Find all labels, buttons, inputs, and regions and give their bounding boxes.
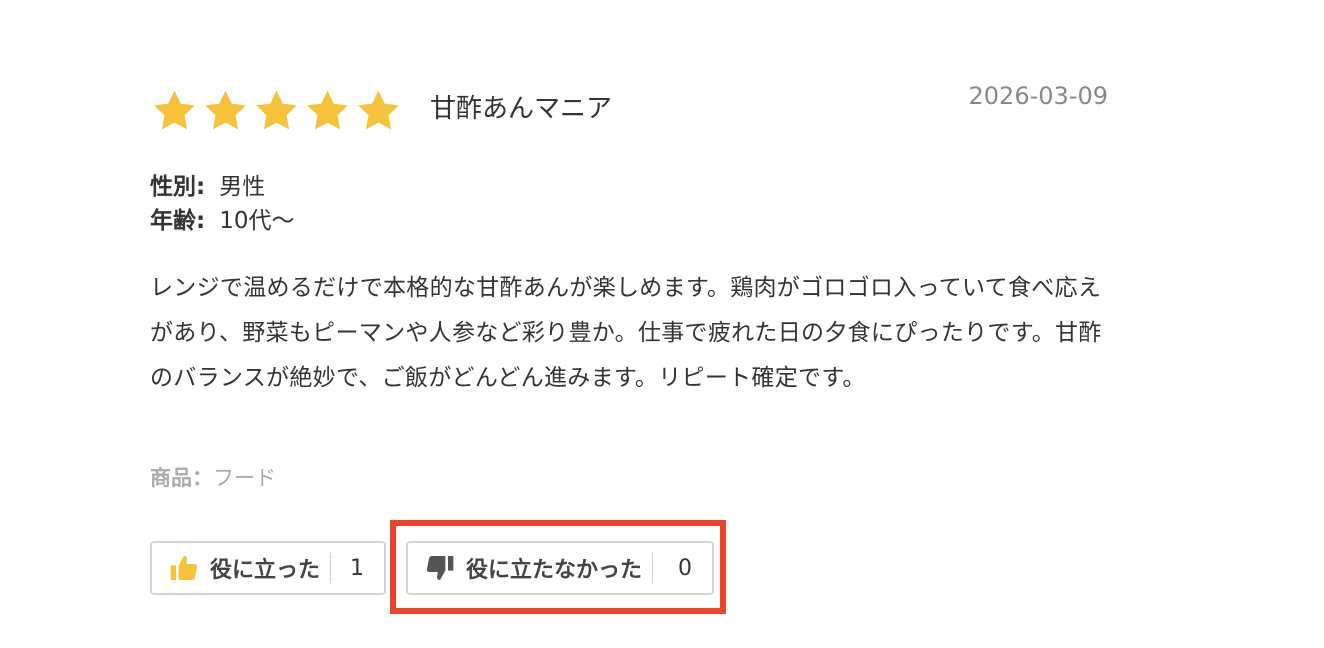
not-helpful-button[interactable]: 役に立たなかった 0 bbox=[406, 541, 714, 595]
thumbs-up-icon bbox=[168, 552, 200, 584]
category-key: 商品： bbox=[150, 466, 213, 490]
meta-value: 男性 bbox=[219, 174, 266, 200]
thumbs-down-icon bbox=[424, 552, 456, 584]
helpful-button[interactable]: 役に立った 1 bbox=[150, 541, 386, 595]
helpful-count: 1 bbox=[350, 555, 364, 581]
reviewer-name: 甘酢あんマニア bbox=[430, 94, 613, 124]
category-value: フード bbox=[213, 466, 276, 490]
star-icon bbox=[150, 87, 199, 135]
star-icon bbox=[252, 87, 301, 135]
divider bbox=[330, 553, 332, 583]
not-helpful-label: 役に立たなかった bbox=[466, 558, 643, 583]
product-category: 商品：フード bbox=[150, 462, 276, 494]
review-body: レンジで温めるだけで本格的な甘酢あんが楽しめます。鶏肉がゴロゴロ入っていて食べ応… bbox=[150, 275, 1102, 391]
star-icon bbox=[303, 87, 352, 135]
not-helpful-count: 0 bbox=[678, 555, 692, 581]
meta-value: 10代〜 bbox=[219, 208, 295, 234]
star-icon bbox=[354, 87, 403, 135]
star-icon bbox=[201, 87, 250, 135]
meta-key: 年齢: bbox=[150, 208, 206, 234]
meta-row-age: 年齢: 10代〜 bbox=[150, 204, 294, 238]
star-rating bbox=[150, 87, 403, 135]
reviewer-meta: 性別: 男性 年齢: 10代〜 bbox=[150, 170, 294, 238]
helpful-label: 役に立った bbox=[210, 558, 321, 583]
meta-key: 性別: bbox=[150, 174, 206, 200]
review-date: 2026-03-09 bbox=[968, 82, 1108, 110]
review-card: 甘酢あんマニア 2026-03-09 性別: 男性 年齢: 10代〜 レンジで温… bbox=[150, 0, 1110, 648]
meta-row-gender: 性別: 男性 bbox=[150, 170, 294, 204]
divider bbox=[652, 553, 654, 583]
